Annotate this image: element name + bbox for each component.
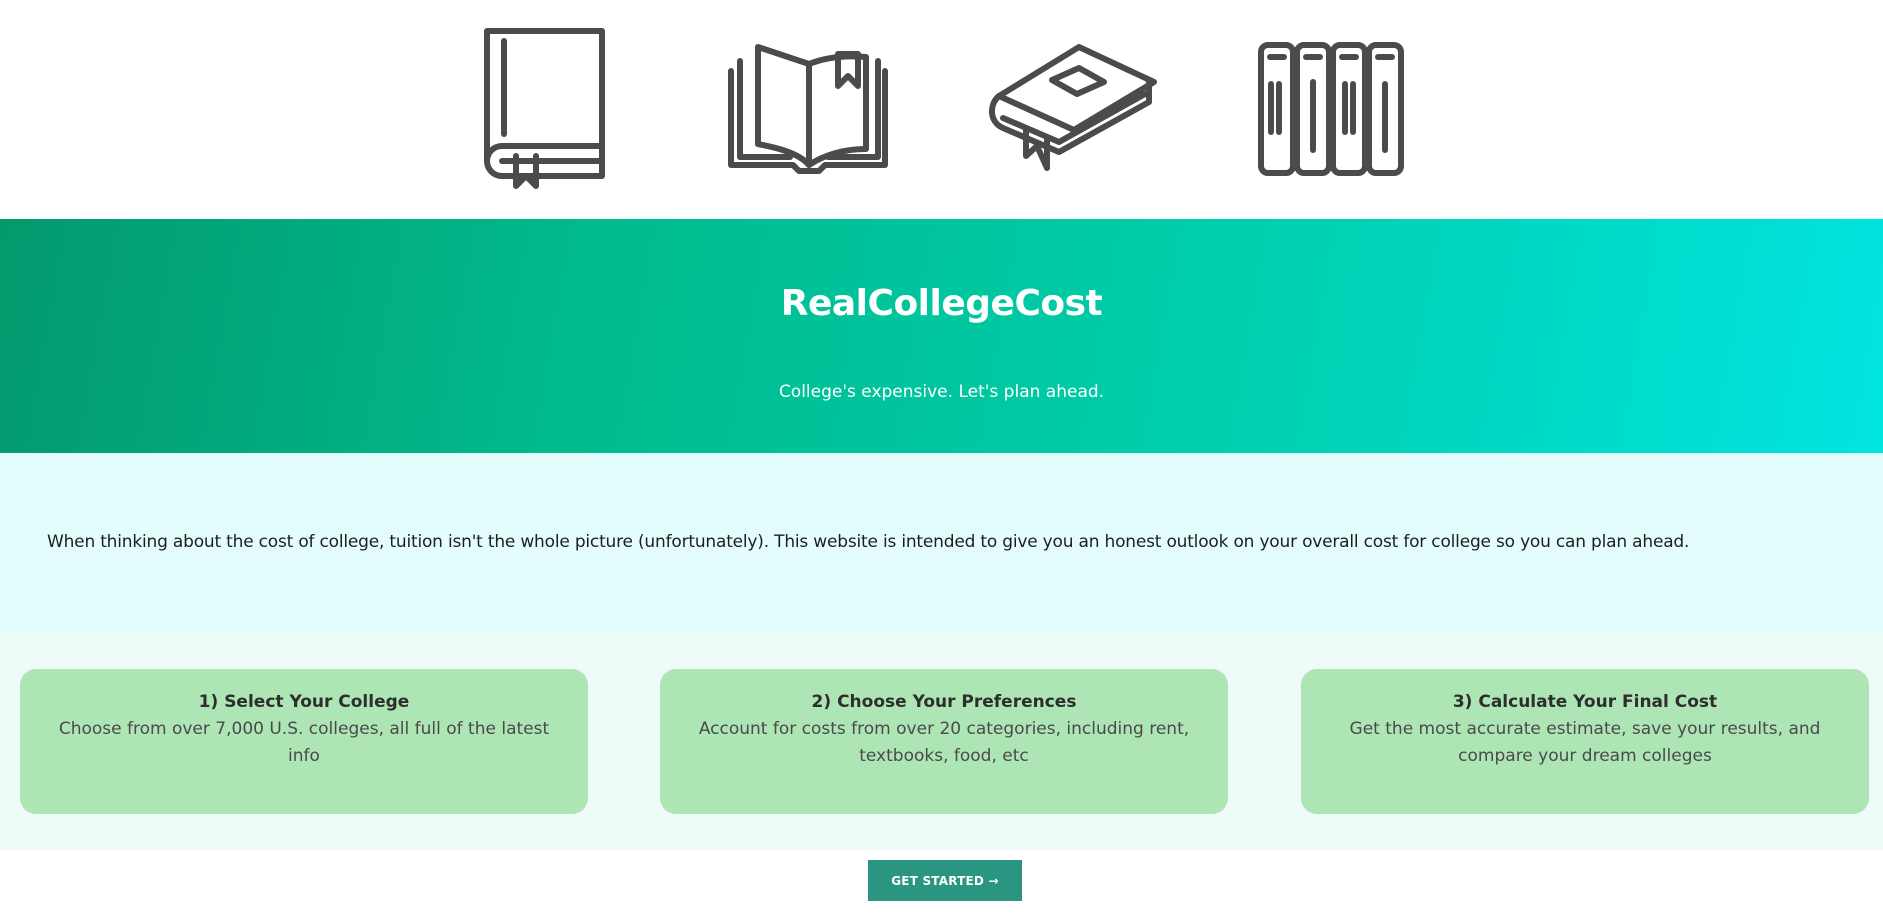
site-tagline: College's expensive. Let's plan ahead. xyxy=(778,382,1105,402)
step-card-calculate-cost: 3) Calculate Your Final Cost Get the mos… xyxy=(1301,669,1869,814)
intro-section: When thinking about the cost of college,… xyxy=(0,453,1883,634)
step-card-choose-preferences: 2) Choose Your Preferences Account for c… xyxy=(660,669,1228,814)
step-title: 2) Choose Your Preferences xyxy=(811,692,1077,712)
step-description: Get the most accurate estimate, save you… xyxy=(1349,719,1821,766)
site-title: RealCollegeCost xyxy=(780,283,1103,324)
step-description: Account for costs from over 20 categorie… xyxy=(698,719,1190,766)
intro-text: When thinking about the cost of college,… xyxy=(47,532,1690,552)
steps-section: 1) Select Your College Choose from over … xyxy=(0,634,1883,850)
bookshelf-icon xyxy=(1258,42,1404,176)
step-card-select-college: 1) Select Your College Choose from over … xyxy=(20,669,588,814)
icon-row xyxy=(0,0,1883,219)
lying-book-icon xyxy=(989,44,1157,171)
closed-book-icon xyxy=(484,28,605,189)
step-description: Choose from over 7,000 U.S. colleges, al… xyxy=(58,719,550,766)
open-book-bookmark-icon xyxy=(728,44,888,174)
hero-banner: RealCollegeCost College's expensive. Let… xyxy=(0,219,1883,453)
step-title: 1) Select Your College xyxy=(198,692,410,712)
get-started-button[interactable]: GET STARTED → xyxy=(868,860,1022,901)
step-title: 3) Calculate Your Final Cost xyxy=(1452,692,1718,712)
